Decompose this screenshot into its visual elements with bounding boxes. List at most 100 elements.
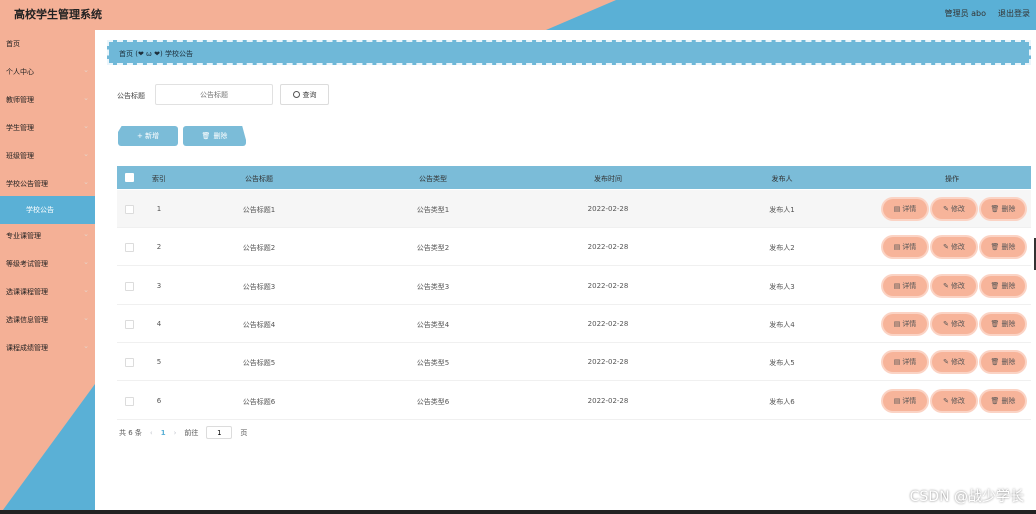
sidebar-item-label: 学生管理 <box>6 124 34 132</box>
col-actions: 操作 <box>945 175 959 183</box>
select-all-checkbox[interactable] <box>125 173 134 182</box>
total-count: 共 6 条 <box>119 428 142 437</box>
sidebar-item[interactable]: 学校公告 <box>0 196 95 224</box>
delete-button[interactable]: 🗑 删除 <box>981 275 1025 296</box>
delete-button[interactable]: 🗑 删除 <box>981 390 1025 411</box>
row-checkbox[interactable] <box>125 243 134 253</box>
sidebar-item[interactable]: 学校公告管理 ⌄ <box>0 170 95 198</box>
sidebar-item-label: 课程成绩管理 <box>6 344 48 352</box>
goto-page-input[interactable] <box>206 426 233 439</box>
cell-index: 1 <box>156 205 162 213</box>
next-page-icon[interactable]: › <box>174 429 177 437</box>
cell-publisher: 发布人4 <box>769 320 795 329</box>
cell-index: 4 <box>156 319 162 328</box>
query-button[interactable]: 查询 <box>280 84 329 105</box>
cell-type: 公告类型6 <box>416 397 450 406</box>
delete-button[interactable]: 🗑 删除 <box>981 199 1025 219</box>
edit-button[interactable]: ✎ 修改 <box>932 275 976 296</box>
edit-button[interactable]: ✎ 修改 <box>932 313 976 334</box>
edit-button[interactable]: ✎ 修改 <box>932 199 976 219</box>
table-row: 3 公告标题3 公告类型3 2022-02-28 发布人3 ▤ 详情 ✎ 修改 🗑 删除 <box>117 267 1031 305</box>
query-button-label: 查询 <box>302 90 317 99</box>
chevron-down-icon: ⌄ <box>83 230 89 238</box>
sidebar-accent <box>0 384 95 514</box>
sidebar-item[interactable]: 选课信息管理 ⌄ <box>0 306 95 334</box>
sidebar-item-label: 选课课程管理 <box>6 288 48 296</box>
sidebar-item[interactable]: 教师管理 ⌄ <box>0 86 95 114</box>
sidebar-item[interactable]: 首页 <box>0 30 95 58</box>
table-header: 索引 公告标题 公告类型 发布时间 发布人 操作 <box>117 166 1031 189</box>
edit-button-label: 修改 <box>950 281 965 290</box>
batch-delete-button[interactable]: 🗑 删除 <box>183 126 246 146</box>
header-user-area: 管理员 abo 退出登录 <box>945 8 1030 19</box>
cell-index: 2 <box>156 243 162 252</box>
cell-type: 公告类型5 <box>416 359 450 368</box>
sidebar-item[interactable]: 个人中心 ⌄ <box>0 58 95 86</box>
sidebar-item-label: 个人中心 <box>6 68 34 76</box>
prev-page-icon[interactable]: ‹ <box>150 429 153 437</box>
sidebar-item[interactable]: 课程成绩管理 ⌄ <box>0 334 95 362</box>
pencil-icon: ✎ <box>943 243 949 252</box>
cell-time: 2022-02-28 <box>587 358 629 367</box>
cell-index: 5 <box>156 358 162 367</box>
add-button[interactable]: + 新增 <box>118 126 178 146</box>
table-row: 1 公告标题1 公告类型1 2022-02-28 发布人1 ▤ 详情 ✎ 修改 🗑 删除 <box>117 190 1031 228</box>
edit-button[interactable]: ✎ 修改 <box>932 237 976 258</box>
pagination: 共 6 条 ‹ 1 › 前往 页 <box>119 426 247 439</box>
row-checkbox[interactable] <box>125 358 134 368</box>
row-checkbox[interactable] <box>125 319 134 329</box>
detail-button[interactable]: ▤ 详情 <box>883 237 927 258</box>
cell-publisher: 发布人6 <box>769 397 795 406</box>
breadcrumb: 首页 (❤ ω ❤) 学校公告 <box>107 40 1031 65</box>
detail-button-label: 详情 <box>902 205 917 213</box>
table-row: 2 公告标题2 公告类型2 2022-02-28 发布人2 ▤ 详情 ✎ 修改 🗑 删除 <box>117 228 1031 267</box>
col-publisher: 发布人 <box>771 175 793 183</box>
cell-title: 公告标题4 <box>242 320 276 329</box>
breadcrumb-text: 首页 (❤ ω ❤) 学校公告 <box>119 50 193 58</box>
page-number[interactable]: 1 <box>161 429 166 437</box>
cell-index: 3 <box>156 281 162 290</box>
delete-button[interactable]: 🗑 删除 <box>981 237 1025 258</box>
logout-link[interactable]: 退出登录 <box>998 8 1030 19</box>
current-user: 管理员 abo <box>944 9 986 18</box>
delete-button[interactable]: 🗑 删除 <box>981 313 1025 334</box>
col-type: 公告类型 <box>419 175 447 183</box>
edit-button-label: 修改 <box>950 396 965 405</box>
delete-button-label: 删除 <box>1001 319 1016 328</box>
trash-icon: 🗑 <box>990 396 1000 405</box>
sidebar-item[interactable]: 学生管理 ⌄ <box>0 114 95 142</box>
sidebar-item[interactable]: 选课课程管理 ⌄ <box>0 278 95 306</box>
top-header: 高校学生管理系统 管理员 abo 退出登录 <box>0 0 1036 30</box>
edit-button[interactable]: ✎ 修改 <box>932 352 976 373</box>
bottom-border <box>0 510 1036 514</box>
delete-button[interactable]: 🗑 删除 <box>981 352 1025 373</box>
edit-button[interactable]: ✎ 修改 <box>932 390 976 411</box>
cell-time: 2022-02-28 <box>587 319 629 328</box>
trash-icon: 🗑 <box>990 205 1000 213</box>
pencil-icon: ✎ <box>943 396 949 405</box>
chevron-down-icon: ⌄ <box>83 94 89 102</box>
trash-icon: 🗑 <box>990 281 1000 290</box>
detail-button[interactable]: ▤ 详情 <box>883 275 927 296</box>
detail-button[interactable]: ▤ 详情 <box>883 390 927 411</box>
delete-button-label: 删除 <box>1001 396 1016 405</box>
trash-icon: 🗑 <box>990 319 1000 328</box>
sidebar-item[interactable]: 等级考试管理 ⌄ <box>0 250 95 278</box>
chevron-down-icon: ⌄ <box>83 66 89 74</box>
add-button-label: + 新增 <box>136 132 160 140</box>
sidebar-item-label: 选课信息管理 <box>6 316 48 324</box>
search-input[interactable] <box>155 84 273 105</box>
row-checkbox[interactable] <box>125 205 134 214</box>
sidebar-item[interactable]: 专业课管理 ⌄ <box>0 222 95 250</box>
cell-index: 6 <box>156 396 162 405</box>
detail-button[interactable]: ▤ 详情 <box>883 199 927 219</box>
table-row: 5 公告标题5 公告类型5 2022-02-28 发布人5 ▤ 详情 ✎ 修改 🗑 删除 <box>117 343 1031 382</box>
document-icon: ▤ <box>893 319 901 328</box>
table-row: 4 公告标题4 公告类型4 2022-02-28 发布人4 ▤ 详情 ✎ 修改 🗑 删除 <box>117 305 1031 343</box>
watermark: CSDN @战少学长 <box>909 489 1024 505</box>
sidebar-item[interactable]: 班级管理 ⌄ <box>0 142 95 170</box>
row-checkbox[interactable] <box>125 396 134 406</box>
row-checkbox[interactable] <box>125 281 134 291</box>
detail-button[interactable]: ▤ 详情 <box>883 352 927 373</box>
detail-button[interactable]: ▤ 详情 <box>883 313 927 334</box>
